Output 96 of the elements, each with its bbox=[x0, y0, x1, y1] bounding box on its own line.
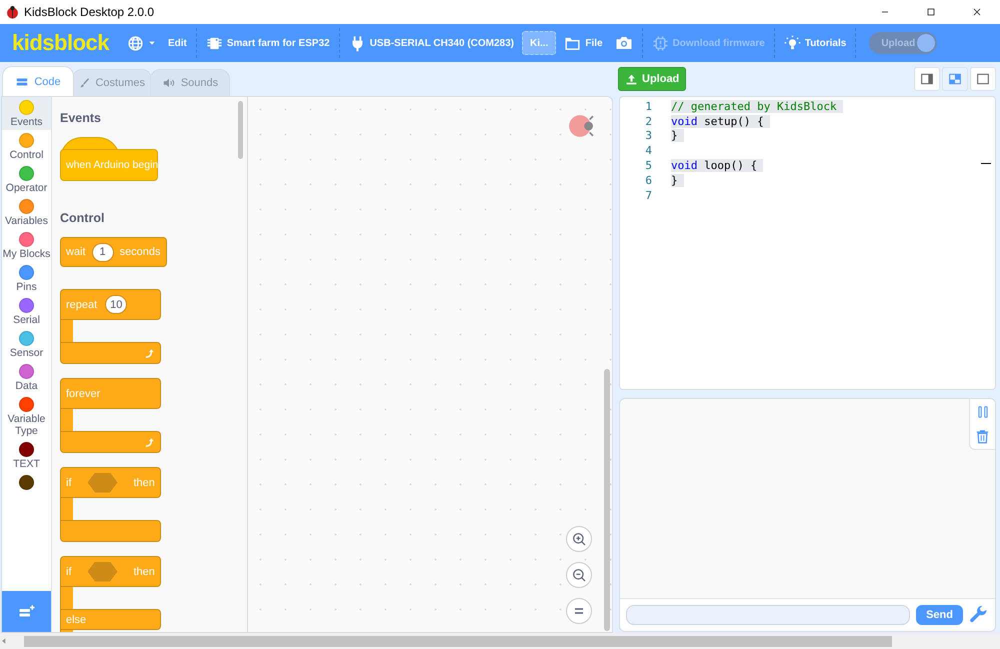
scrollbar-thumb[interactable] bbox=[24, 636, 892, 646]
line-number: 3 bbox=[644, 129, 652, 142]
trash-icon bbox=[975, 429, 990, 444]
zoom-in-button[interactable] bbox=[566, 526, 592, 552]
category-label: Control bbox=[10, 149, 44, 161]
brush-icon bbox=[79, 76, 90, 90]
category-item[interactable]: Control bbox=[2, 130, 51, 163]
line-number: 1 bbox=[644, 100, 652, 113]
stack-block[interactable]: wait 1 seconds bbox=[60, 237, 167, 267]
category-item[interactable]: Variables bbox=[2, 196, 51, 229]
block-label: then bbox=[134, 566, 155, 578]
zoom-out-icon bbox=[571, 567, 587, 583]
pause-icon bbox=[976, 404, 990, 418]
serial-port-menu[interactable]: USB-SERIAL CH340 (COM283) bbox=[342, 24, 520, 62]
category-label: Pins bbox=[16, 281, 37, 293]
category-item[interactable]: Events bbox=[2, 97, 51, 130]
file-menu[interactable]: File bbox=[558, 24, 609, 62]
line-number: 2 bbox=[644, 114, 652, 128]
send-button[interactable]: Send bbox=[916, 605, 963, 625]
category-label: Variables bbox=[5, 215, 48, 227]
block-label: else bbox=[66, 614, 86, 626]
reset-zoom-button[interactable] bbox=[566, 598, 592, 624]
app-logo: kidsblock bbox=[12, 30, 109, 56]
number-input[interactable]: 10 bbox=[105, 295, 128, 314]
layout-button[interactable] bbox=[942, 67, 968, 91]
device-menu[interactable]: Smart farm for ESP32 bbox=[200, 24, 336, 62]
project-title-button[interactable]: Ki... bbox=[522, 31, 556, 55]
category-label: Data bbox=[15, 380, 38, 392]
edit-menu[interactable]: Edit bbox=[162, 24, 193, 62]
upload-button[interactable]: Upload bbox=[618, 67, 686, 91]
chip-alert-icon bbox=[652, 34, 669, 52]
category-label: Events bbox=[10, 116, 43, 128]
category-label: Sensor bbox=[10, 347, 44, 359]
category-label: Operator bbox=[6, 182, 48, 194]
add-extension-button[interactable] bbox=[2, 591, 51, 632]
editor-tab[interactable]: Sounds bbox=[150, 69, 230, 96]
block-label: when Arduino begin bbox=[66, 159, 158, 171]
category-label: Variable Type bbox=[6, 413, 46, 437]
category-item[interactable]: Operator bbox=[2, 163, 51, 196]
upload-mode-toggle[interactable]: Upload bbox=[869, 32, 938, 54]
block-label: repeat bbox=[66, 298, 98, 310]
category-item[interactable]: TEXT bbox=[2, 439, 51, 472]
full-layout-icon bbox=[975, 71, 991, 87]
caret-icon bbox=[148, 39, 156, 47]
block-label: if bbox=[66, 566, 72, 578]
close-icon bbox=[971, 6, 983, 18]
window-title: KidsBlock Desktop 2.0.0 bbox=[24, 5, 156, 19]
serial-input-field[interactable] bbox=[626, 605, 910, 625]
block-label: then bbox=[134, 476, 155, 488]
zoom-out-button[interactable] bbox=[566, 562, 592, 588]
c-block[interactable]: repeat 10 bbox=[60, 289, 161, 364]
line-number: 7 bbox=[644, 188, 652, 202]
block-arm bbox=[60, 320, 73, 342]
line-number: 6 bbox=[644, 174, 652, 187]
category-item[interactable]: Sensor bbox=[2, 328, 51, 361]
number-input[interactable]: 1 bbox=[92, 242, 114, 262]
category-heading: Control bbox=[60, 211, 104, 225]
block-arm bbox=[60, 498, 73, 520]
sidebar-layout-icon bbox=[919, 71, 935, 87]
scrollbar-thumb[interactable] bbox=[604, 369, 610, 631]
lightbulb-icon bbox=[784, 34, 801, 52]
globe-icon bbox=[126, 34, 144, 52]
category-heading: Events bbox=[60, 111, 101, 125]
category-item[interactable]: Serial bbox=[2, 295, 51, 328]
line-number: 5 bbox=[644, 159, 652, 172]
layout-button[interactable] bbox=[970, 67, 996, 91]
speaker-icon bbox=[162, 76, 176, 90]
category-item[interactable]: Data bbox=[2, 361, 51, 394]
category-label: TEXT bbox=[13, 458, 40, 470]
category-item[interactable]: Variable Type bbox=[2, 394, 51, 439]
category-item[interactable]: Pins bbox=[2, 262, 51, 295]
block-label: forever bbox=[66, 388, 100, 400]
code-editor[interactable]: 1 // generated by KidsBlock 2 void setup() { 3 } 4 5 void loop() { 6 } 7 bbox=[619, 96, 996, 390]
block-label: wait bbox=[66, 246, 86, 258]
split-layout-icon bbox=[947, 71, 963, 87]
block-arm bbox=[60, 409, 73, 431]
category-label: My Blocks bbox=[2, 248, 50, 260]
category-item[interactable]: My Blocks bbox=[2, 229, 51, 262]
c-block[interactable]: if then bbox=[60, 467, 161, 542]
tutorials-button[interactable]: Tutorials bbox=[778, 24, 852, 62]
editor-tab[interactable]: Costumes bbox=[72, 69, 152, 96]
zoom-in-icon bbox=[571, 531, 587, 547]
block-label: if bbox=[66, 476, 72, 488]
line-number: 4 bbox=[644, 144, 652, 158]
scroll-left-icon[interactable] bbox=[0, 637, 8, 645]
layout-button[interactable] bbox=[914, 67, 940, 91]
scrollbar-thumb[interactable] bbox=[238, 101, 243, 159]
c-block[interactable]: forever bbox=[60, 378, 161, 453]
wrench-icon[interactable] bbox=[969, 605, 989, 625]
camera-icon bbox=[614, 34, 633, 52]
editor-tab[interactable]: Code bbox=[2, 66, 74, 96]
block-label: seconds bbox=[120, 246, 161, 258]
upload-icon bbox=[625, 72, 638, 86]
block-arm bbox=[60, 587, 73, 609]
maximize-icon bbox=[925, 6, 937, 18]
category-label: Serial bbox=[13, 314, 40, 326]
